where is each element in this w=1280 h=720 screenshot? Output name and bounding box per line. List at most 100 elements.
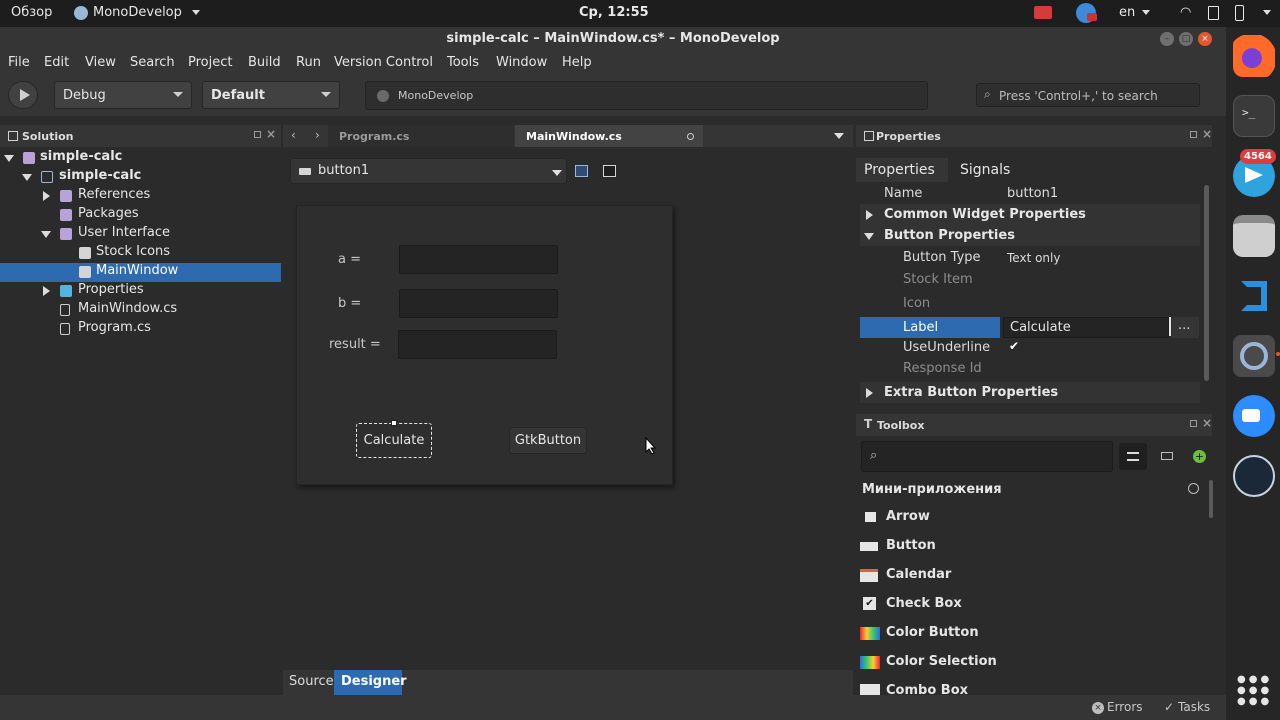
tasks-icon[interactable]: ✓: [1164, 700, 1174, 714]
prop-row-label[interactable]: Label Calculate ...: [860, 317, 1200, 338]
search-field[interactable]: ⌕ Press 'Control+,' to search: [976, 83, 1200, 107]
vscode-icon[interactable]: [1233, 275, 1275, 317]
tree-row-solution[interactable]: simple-calc: [0, 149, 281, 168]
tab-properties[interactable]: Properties: [856, 158, 948, 182]
entry-result[interactable]: [398, 330, 557, 359]
expander-down-icon[interactable]: [41, 231, 51, 238]
compact-view-icon[interactable]: [1161, 452, 1173, 460]
tab-source[interactable]: Source: [289, 674, 334, 689]
menu-window[interactable]: Window: [496, 55, 547, 70]
prop-row-name[interactable]: Name button1: [860, 183, 1200, 204]
toolbox-category[interactable]: Мини-приложения: [856, 476, 1204, 503]
properties-scrollbar[interactable]: [1204, 185, 1209, 381]
tree-row-mainwindow[interactable]: MainWindow: [0, 263, 281, 282]
tasks-button[interactable]: Tasks: [1178, 700, 1210, 714]
errors-button[interactable]: Errors: [1107, 700, 1143, 714]
pad-close-icon[interactable]: ×: [1202, 127, 1212, 141]
activities-button[interactable]: Обзор: [11, 5, 52, 20]
tree-row-mainwindow-cs[interactable]: MainWindow.cs: [0, 301, 281, 320]
firefox-icon[interactable]: [1233, 35, 1275, 77]
tab-back-icon[interactable]: ‹: [291, 128, 296, 142]
run-button[interactable]: [8, 81, 38, 109]
widget-selector-combo[interactable]: button1: [290, 158, 567, 184]
show-applications-button[interactable]: ●●● ●●● ●●●: [1237, 674, 1269, 707]
widget-toggle-icon[interactable]: [603, 165, 616, 177]
target-combo[interactable]: Default: [202, 81, 340, 109]
label-edit-button[interactable]: ...: [1178, 318, 1190, 333]
menu-project[interactable]: Project: [188, 55, 232, 70]
menu-tools[interactable]: Tools: [447, 55, 479, 70]
tab-forward-icon[interactable]: ›: [315, 128, 320, 142]
tab-mainwindow-cs[interactable]: MainWindow.cs: [515, 125, 703, 147]
expander-right-icon[interactable]: [43, 286, 50, 296]
maximize-icon[interactable]: □: [1179, 32, 1193, 46]
app-menu-button[interactable]: MonoDevelop: [93, 5, 182, 20]
checkmark-icon[interactable]: ✔: [1009, 339, 1019, 353]
pad-dock-icon[interactable]: [1190, 131, 1197, 138]
tree-row-references[interactable]: References: [0, 187, 281, 206]
calculate-button[interactable]: Calculate: [356, 423, 432, 458]
tree-row-user-interface[interactable]: User Interface: [0, 225, 281, 244]
prop-value[interactable]: button1: [1007, 186, 1058, 201]
prop-category-extra[interactable]: Extra Button Properties: [860, 382, 1200, 403]
tree-row-packages[interactable]: Packages: [0, 206, 281, 225]
clock[interactable]: Ср, 12:55: [579, 5, 649, 20]
design-window-canvas[interactable]: a = b = result = Calculate GtkButton: [296, 205, 673, 485]
gtk-button[interactable]: GtkButton: [509, 427, 587, 454]
minimize-icon[interactable]: –: [1160, 32, 1174, 46]
collapse-icon[interactable]: [1188, 483, 1199, 494]
toolbox-item-combo-box[interactable]: Combo Box: [856, 677, 1204, 695]
toolbox-item-calendar[interactable]: Calendar: [856, 561, 1204, 590]
prop-category-button[interactable]: Button Properties: [860, 225, 1200, 246]
pad-dock-icon[interactable]: [254, 131, 261, 138]
terminal-icon[interactable]: >_: [1233, 95, 1275, 137]
menu-version-control[interactable]: Version Control: [334, 55, 433, 70]
toolbox-item-color-button[interactable]: Color Button: [856, 619, 1204, 648]
selection-handle-icon[interactable]: [391, 420, 397, 426]
battery-icon[interactable]: [1235, 5, 1244, 21]
screen-recorder-icon[interactable]: [1034, 6, 1052, 19]
toolbox-item-button[interactable]: Button: [856, 532, 1204, 561]
menu-view[interactable]: View: [85, 55, 116, 70]
toolbox-list-view-button[interactable]: [1119, 443, 1147, 470]
prop-row-response-id[interactable]: Response Id: [860, 360, 1200, 381]
errors-icon[interactable]: ×: [1092, 702, 1104, 714]
add-item-icon[interactable]: +: [1193, 450, 1206, 463]
entry-b[interactable]: [399, 289, 558, 318]
prop-row-use-underline[interactable]: UseUnderline ✔: [860, 339, 1200, 360]
menu-run[interactable]: Run: [296, 55, 321, 70]
menu-search[interactable]: Search: [130, 55, 175, 70]
expander-right-icon[interactable]: [866, 210, 873, 220]
steam-icon[interactable]: [1233, 455, 1275, 497]
tab-program-cs[interactable]: Program.cs: [328, 125, 514, 147]
expander-down-icon[interactable]: [22, 174, 32, 181]
label-a[interactable]: a =: [338, 252, 361, 267]
menu-file[interactable]: File: [8, 55, 30, 70]
tree-row-project[interactable]: simple-calc: [0, 168, 281, 187]
tab-list-chevron-icon[interactable]: [834, 133, 844, 139]
toolbox-scrollbar[interactable]: [1209, 480, 1213, 518]
prop-row-button-type[interactable]: Button Type Text only: [860, 247, 1200, 268]
entry-a[interactable]: [399, 245, 558, 274]
volume-icon[interactable]: [1208, 6, 1219, 20]
prop-category-common[interactable]: Common Widget Properties: [860, 204, 1200, 225]
prop-row-stock-item[interactable]: Stock Item: [860, 269, 1200, 290]
menu-edit[interactable]: Edit: [44, 55, 69, 70]
expander-down-icon[interactable]: [4, 155, 14, 162]
close-icon[interactable]: ×: [1198, 32, 1212, 46]
menu-help[interactable]: Help: [562, 55, 592, 70]
tree-row-program-cs[interactable]: Program.cs: [0, 320, 281, 339]
pad-dock-icon[interactable]: [1190, 420, 1197, 427]
wifi-icon[interactable]: ◠: [1180, 5, 1191, 20]
zoom-icon[interactable]: [1233, 395, 1275, 437]
toolbox-search-input[interactable]: ⌕: [861, 441, 1113, 472]
label-b[interactable]: b =: [338, 296, 361, 311]
tree-row-properties[interactable]: Properties: [0, 282, 281, 301]
tree-row-stock-icons[interactable]: Stock Icons: [0, 244, 281, 263]
select-parent-icon[interactable]: [575, 165, 588, 177]
system-menu-chevron-icon[interactable]: [1263, 10, 1271, 15]
toolbox-item-arrow[interactable]: Arrow: [856, 503, 1204, 532]
tab-signals[interactable]: Signals: [960, 162, 1010, 178]
tab-close-icon[interactable]: [687, 133, 694, 140]
pad-close-icon[interactable]: ×: [266, 127, 276, 141]
